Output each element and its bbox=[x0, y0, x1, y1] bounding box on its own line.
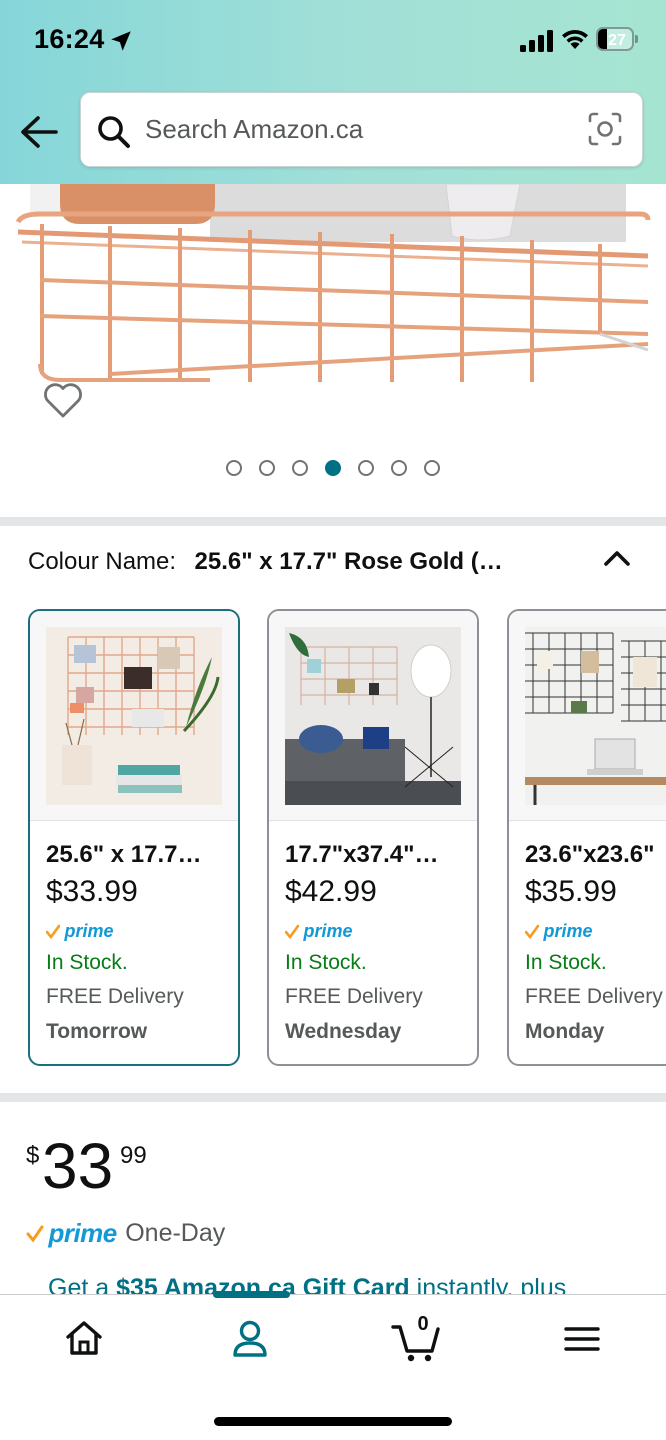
swatch-thumbnail bbox=[269, 611, 477, 821]
prime-check-icon bbox=[524, 924, 540, 939]
back-arrow-icon[interactable] bbox=[18, 112, 60, 152]
swatch-price: $35.99 bbox=[525, 875, 617, 908]
carousel-dot[interactable] bbox=[259, 460, 275, 476]
status-bar: 16:24 27 bbox=[0, 0, 666, 80]
prime-check-icon bbox=[45, 924, 61, 939]
swatch-photo-1 bbox=[46, 627, 222, 805]
cart-button[interactable]: 0 bbox=[390, 1313, 446, 1365]
prime-check-icon bbox=[26, 1225, 44, 1242]
carousel-dot[interactable] bbox=[391, 460, 407, 476]
section-divider bbox=[0, 1093, 666, 1102]
swatch-photo-2 bbox=[285, 627, 461, 805]
location-arrow-icon bbox=[111, 31, 131, 51]
colour-swatch-list: 25.6" x 17.7… $33.99 prime In Stock. FRE… bbox=[0, 609, 666, 1069]
carousel-dot[interactable] bbox=[325, 460, 341, 476]
prime-badge: prime bbox=[45, 921, 114, 943]
swatch-title: 17.7"x37.4"… bbox=[285, 841, 439, 868]
price-whole: 33 bbox=[42, 1130, 114, 1202]
one-day-label: One-Day bbox=[125, 1219, 226, 1247]
price-symbol: $ bbox=[26, 1142, 40, 1169]
swatch-thumbnail bbox=[509, 611, 666, 821]
prime-label: prime bbox=[64, 921, 114, 941]
delivery-text: FREE Delivery bbox=[525, 985, 663, 1008]
product-photo bbox=[0, 184, 666, 384]
camera-scan-icon[interactable] bbox=[587, 111, 623, 147]
swatch-option[interactable]: 23.6"x23.6" $35.99 prime In Stock. FREE … bbox=[507, 609, 666, 1066]
carousel-dot[interactable] bbox=[226, 460, 242, 476]
cart-count: 0 bbox=[417, 1313, 429, 1335]
prime-check-icon bbox=[284, 924, 300, 939]
prime-badge: prime bbox=[524, 921, 593, 943]
delivery-text: FREE Delivery bbox=[46, 985, 184, 1008]
active-tab-indicator bbox=[213, 1291, 290, 1298]
swatch-thumbnail bbox=[30, 611, 238, 821]
colour-label: Colour Name: bbox=[28, 548, 177, 575]
stock-status: In Stock. bbox=[46, 951, 128, 974]
swatch-title: 23.6"x23.6" bbox=[525, 841, 655, 868]
colour-selector-header: Colour Name: 25.6" x 17.7" Rose Gold (… bbox=[28, 548, 548, 584]
carousel-dot[interactable] bbox=[292, 460, 308, 476]
delivery-day: Monday bbox=[525, 1020, 605, 1043]
stock-status: In Stock. bbox=[285, 951, 367, 974]
app-header: 16:24 27 bbox=[0, 0, 666, 184]
prime-label: prime bbox=[303, 921, 353, 941]
prime-one-day-badge: prime One-Day bbox=[26, 1218, 225, 1254]
price-fraction: 99 bbox=[120, 1142, 147, 1169]
prime-badge: prime bbox=[284, 921, 353, 943]
swatch-photo-3 bbox=[525, 627, 666, 805]
battery-indicator: 27 bbox=[596, 27, 640, 52]
heart-icon[interactable] bbox=[42, 380, 84, 420]
chevron-up-icon[interactable] bbox=[600, 544, 634, 574]
prime-label: prime bbox=[543, 921, 593, 941]
hamburger-menu-icon[interactable] bbox=[556, 1313, 608, 1365]
image-carousel-dots[interactable] bbox=[0, 460, 666, 480]
search-input[interactable] bbox=[145, 93, 575, 166]
swatch-title: 25.6" x 17.7… bbox=[46, 841, 202, 868]
product-image[interactable] bbox=[0, 184, 666, 384]
swatch-option[interactable]: 25.6" x 17.7… $33.99 prime In Stock. FRE… bbox=[28, 609, 240, 1066]
status-time: 16:24 bbox=[34, 24, 105, 54]
person-icon[interactable] bbox=[224, 1313, 276, 1365]
search-icon[interactable] bbox=[97, 115, 131, 149]
carousel-dot[interactable] bbox=[358, 460, 374, 476]
search-bar[interactable] bbox=[80, 92, 643, 167]
carousel-dot[interactable] bbox=[424, 460, 440, 476]
delivery-text: FREE Delivery bbox=[285, 985, 423, 1008]
swatch-price: $42.99 bbox=[285, 875, 377, 908]
swatch-price: $33.99 bbox=[46, 875, 138, 908]
home-indicator bbox=[214, 1417, 452, 1426]
bottom-navigation: 0 bbox=[0, 1291, 666, 1440]
battery-percent: 27 bbox=[608, 32, 626, 49]
stock-status: In Stock. bbox=[525, 951, 607, 974]
home-icon[interactable] bbox=[58, 1313, 110, 1365]
prime-label: prime bbox=[48, 1218, 117, 1248]
delivery-day: Wednesday bbox=[285, 1020, 402, 1043]
delivery-day: Tomorrow bbox=[46, 1020, 148, 1043]
colour-value: 25.6" x 17.7" Rose Gold (… bbox=[194, 548, 503, 575]
cellular-signal-icon bbox=[520, 30, 553, 52]
swatch-option[interactable]: 17.7"x37.4"… $42.99 prime In Stock. FREE… bbox=[267, 609, 479, 1066]
section-divider bbox=[0, 517, 666, 526]
wifi-icon bbox=[562, 29, 588, 49]
